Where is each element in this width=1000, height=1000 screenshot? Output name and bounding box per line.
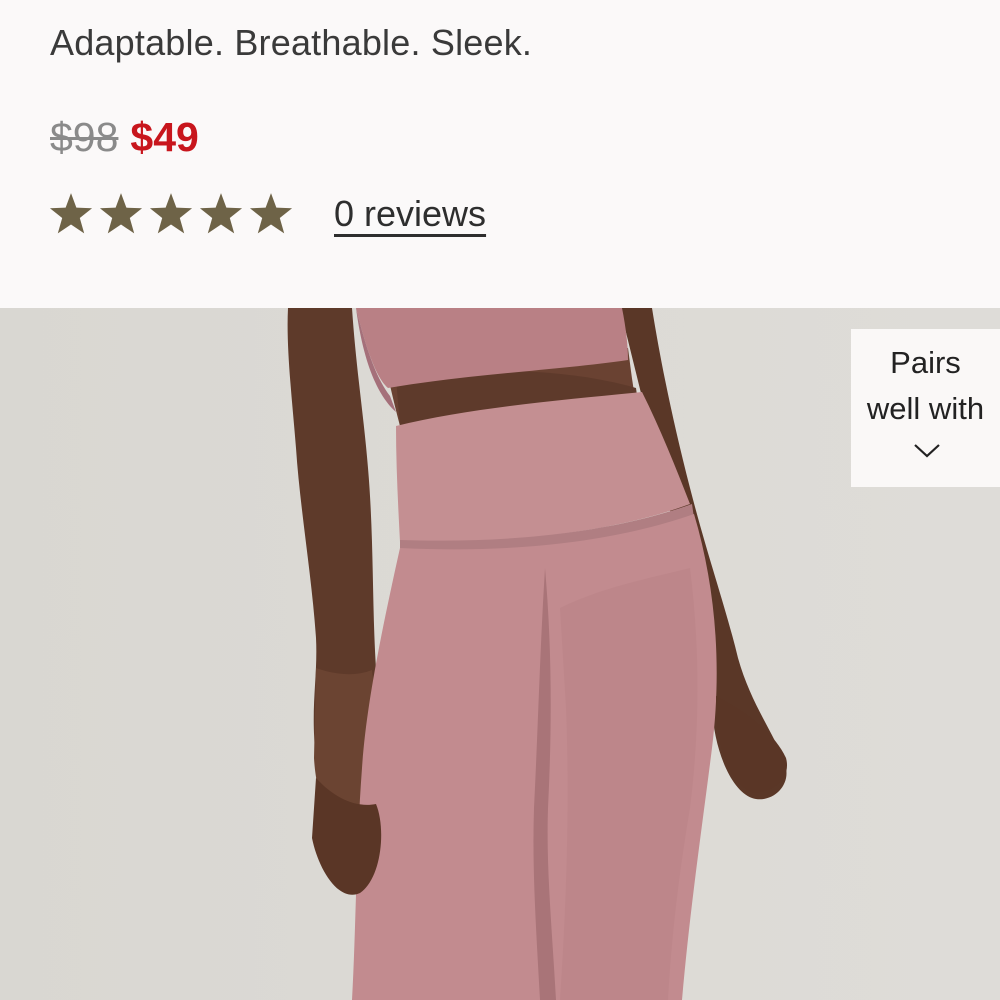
star-rating [48, 192, 294, 236]
sale-price: $49 [130, 113, 199, 160]
chevron-down-icon [913, 443, 941, 464]
original-price: $98 [50, 113, 119, 160]
star-icon [148, 192, 194, 236]
product-info: Adaptable. Breathable. Sleek. $98 $49 0 … [0, 0, 1000, 308]
product-photo [287, 308, 788, 1000]
price-row: $98 $49 [50, 112, 199, 162]
product-image[interactable] [0, 308, 1000, 1000]
pairs-well-with-button[interactable]: Pairs well with [851, 329, 1000, 487]
pairs-label-line1: Pairs [890, 345, 961, 380]
star-icon [48, 192, 94, 236]
product-page: Adaptable. Breathable. Sleek. $98 $49 0 … [0, 0, 1000, 1000]
reviews-link[interactable]: 0 reviews [334, 193, 486, 235]
star-icon [198, 192, 244, 236]
product-subtitle: Adaptable. Breathable. Sleek. [50, 22, 533, 63]
star-icon [248, 192, 294, 236]
pairs-label-line2: well with [866, 391, 985, 426]
star-icon [98, 192, 144, 236]
rating-row: 0 reviews [48, 186, 486, 242]
